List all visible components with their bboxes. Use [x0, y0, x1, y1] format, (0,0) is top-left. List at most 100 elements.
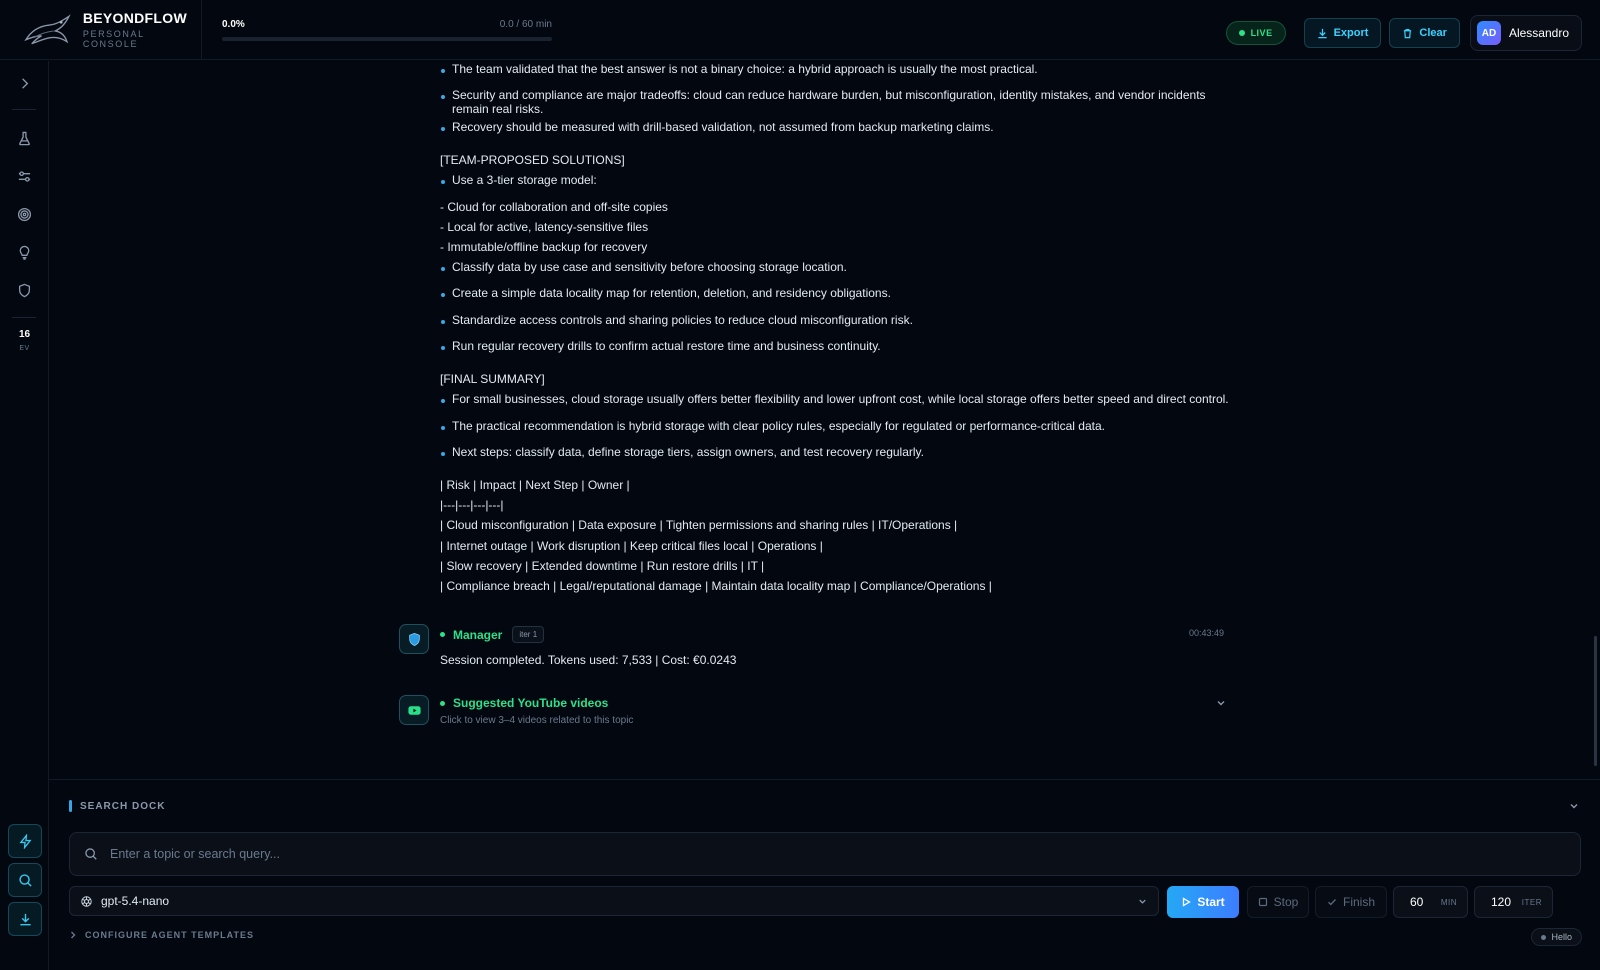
search-button[interactable]	[8, 863, 42, 897]
brand-title: BEYONDFLOW	[82, 10, 187, 26]
stop-icon	[1258, 897, 1267, 907]
status-dot-icon	[440, 632, 445, 637]
search-icon	[85, 848, 97, 860]
dock-title-label: SEARCH DOCK	[80, 800, 166, 812]
list-item: - Immutable/offline backup for recovery	[440, 240, 648, 254]
list-item: Recovery should be measured with drill-b…	[440, 120, 994, 134]
minutes-field[interactable]: 60 MIN	[1393, 886, 1468, 918]
brand: BEYONDFLOW PERSONAL CONSOLE	[0, 0, 202, 59]
model-select[interactable]: gpt-5.4-nano	[69, 886, 1159, 916]
list-item: Classify data by use case and sensitivit…	[440, 260, 847, 274]
download-icon	[1317, 28, 1327, 38]
manager-message-text: Session completed. Tokens used: 7,533 | …	[440, 653, 737, 667]
youtube-title: Suggested YouTube videos	[453, 696, 609, 710]
search-icon	[18, 873, 32, 887]
clear-button[interactable]: Clear	[1389, 18, 1460, 48]
list-item: The team validated that the best answer …	[440, 62, 1038, 76]
iterations-field[interactable]: 120 ITER	[1474, 886, 1553, 918]
play-icon	[1183, 897, 1192, 907]
model-label: gpt-5.4-nano	[101, 894, 170, 908]
clear-label: Clear	[1419, 27, 1447, 39]
lightning-button[interactable]	[8, 824, 42, 858]
live-badge: LIVE	[1225, 21, 1286, 45]
minutes-value: 60	[1410, 895, 1424, 909]
status-label: Hello	[1551, 932, 1572, 942]
user-name: Alessandro	[1508, 26, 1569, 40]
stop-button[interactable]: Stop	[1247, 886, 1309, 918]
search-input[interactable]	[110, 847, 1510, 861]
section-heading: [FINAL SUMMARY]	[440, 372, 545, 386]
chevron-down-icon[interactable]	[1215, 697, 1227, 709]
search-box[interactable]	[69, 832, 1581, 876]
avatar: AD	[1476, 21, 1501, 45]
iterations-unit: ITER	[1521, 897, 1542, 907]
openai-icon	[81, 895, 92, 907]
iterations-value: 120	[1491, 895, 1512, 909]
youtube-suggestion-header[interactable]: Suggested YouTube videos	[440, 696, 608, 710]
manager-name: Manager	[453, 627, 503, 642]
table-row: | Cloud misconfiguration | Data exposure…	[440, 518, 958, 532]
message-timestamp: 00:43:49	[1189, 628, 1225, 638]
download-button[interactable]	[8, 902, 42, 936]
list-item: Next steps: classify data, define storag…	[440, 445, 924, 459]
status-dot-icon	[1541, 934, 1547, 940]
dock-accent-bar	[69, 800, 72, 812]
dock-title: SEARCH DOCK	[69, 800, 165, 812]
target-icon[interactable]	[14, 204, 34, 224]
table-row: | Slow recovery | Extended downtime | Ru…	[440, 559, 765, 573]
list-item: Create a simple data locality map for re…	[440, 286, 891, 300]
sliders-icon[interactable]	[14, 166, 34, 186]
chevron-right-icon[interactable]	[14, 73, 34, 93]
export-button[interactable]: Export	[1303, 18, 1382, 48]
trash-icon	[1404, 28, 1412, 38]
ev-count: 16	[18, 329, 31, 340]
check-icon	[1328, 899, 1336, 906]
list-item: For small businesses, cloud storage usua…	[440, 392, 1229, 406]
table-row: | Compliance breach | Legal/reputational…	[440, 579, 992, 593]
export-label: Export	[1333, 27, 1369, 39]
stop-label: Stop	[1273, 895, 1299, 909]
brand-logo-icon	[24, 13, 71, 44]
chevron-right-icon	[71, 931, 76, 939]
table-row: | Risk | Impact | Next Step | Owner |	[440, 478, 630, 492]
sidebar-divider	[12, 317, 36, 318]
start-button[interactable]: Start	[1167, 886, 1239, 918]
list-item: Standardize access controls and sharing …	[440, 313, 913, 327]
iter-badge: iter 1	[512, 626, 545, 643]
status-dot-icon	[440, 700, 445, 706]
user-menu[interactable]: AD Alessandro	[1469, 15, 1582, 51]
start-label: Start	[1197, 895, 1225, 909]
search-dock: SEARCH DOCK gpt-5.4-nano Start Stop Fini…	[49, 779, 1600, 970]
list-item: The practical recommendation is hybrid s…	[440, 419, 1105, 433]
shield-icon[interactable]	[14, 280, 34, 300]
manager-avatar	[399, 624, 429, 654]
main-content: The team validated that the best answer …	[49, 61, 1600, 779]
table-row: |---|---|---|---|	[440, 498, 504, 512]
section-heading: [TEAM-PROPOSED SOLUTIONS]	[440, 153, 625, 167]
scrollbar-thumb[interactable]	[1594, 636, 1597, 766]
live-label: LIVE	[1250, 28, 1273, 38]
chevron-down-icon	[1139, 899, 1146, 904]
chevron-down-icon[interactable]	[1568, 800, 1580, 812]
youtube-avatar[interactable]	[399, 695, 429, 725]
configure-templates-label: CONFIGURE AGENT TEMPLATES	[85, 930, 254, 940]
finish-button[interactable]: Finish	[1315, 886, 1387, 918]
lightbulb-icon[interactable]	[14, 242, 34, 262]
table-row: | Internet outage | Work disruption | Ke…	[440, 539, 823, 553]
download-icon	[19, 913, 31, 925]
list-item: Security and compliance are major tradeo…	[440, 88, 1230, 116]
progress-percent: 0.0%	[222, 18, 245, 30]
finish-label: Finish	[1342, 895, 1375, 909]
configure-templates-toggle[interactable]: CONFIGURE AGENT TEMPLATES	[69, 930, 254, 940]
live-dot-icon	[1238, 30, 1245, 36]
manager-message-header: Manager iter 1	[440, 626, 545, 643]
list-item: - Cloud for collaboration and off-site c…	[440, 200, 668, 214]
list-item: Use a 3-tier storage model:	[440, 173, 597, 187]
flask-icon[interactable]	[14, 128, 34, 148]
minutes-unit: MIN	[1440, 897, 1457, 907]
session-progress: 0.0% 0.0 / 60 min	[222, 15, 552, 45]
shield-icon	[408, 632, 420, 646]
youtube-icon	[407, 705, 421, 715]
ev-label: EV	[19, 345, 30, 352]
youtube-subtitle: Click to view 3–4 videos related to this…	[440, 715, 634, 726]
